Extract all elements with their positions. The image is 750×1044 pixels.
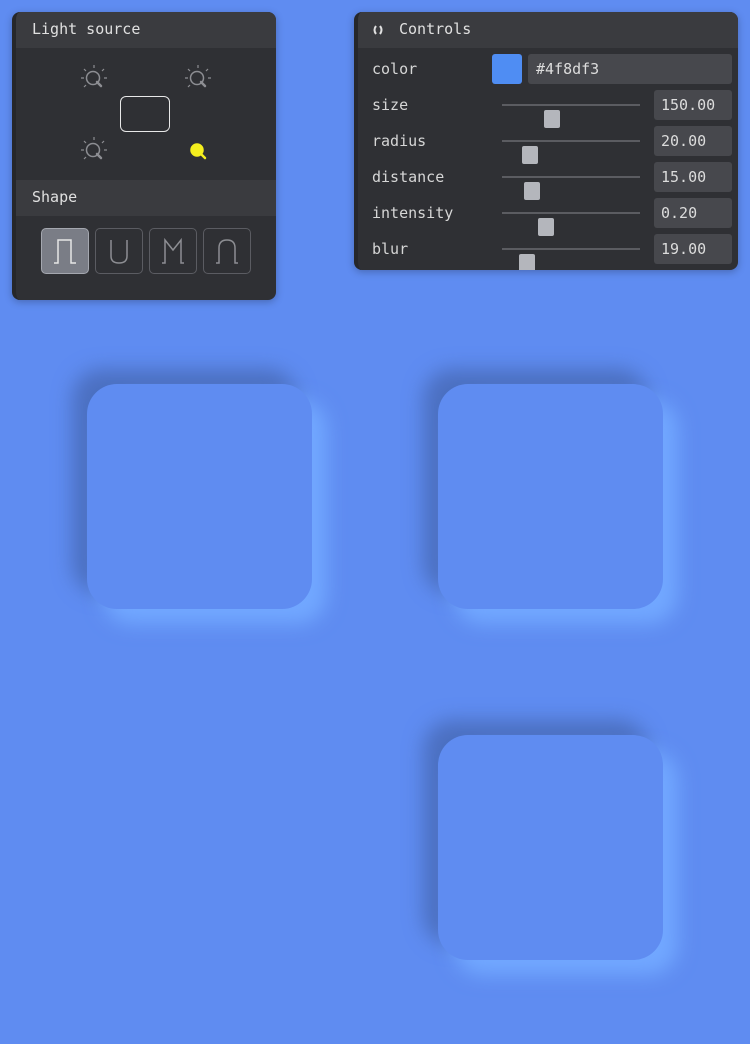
- distance-row: distance 15.00: [372, 162, 732, 200]
- light-top-left-bulb-icon[interactable]: [80, 64, 108, 92]
- radius-label: radius: [372, 132, 427, 150]
- blur-slider-track[interactable]: [502, 248, 640, 270]
- intensity-slider-track[interactable]: [502, 212, 640, 236]
- flat-shape-button[interactable]: [41, 228, 89, 274]
- shape-title: Shape: [16, 180, 276, 216]
- distance-slider-track[interactable]: [502, 176, 640, 200]
- size-value-input[interactable]: 150.00: [654, 90, 732, 120]
- bulb-icon: [81, 137, 107, 160]
- color-hex-input[interactable]: #4f8df3: [528, 54, 732, 84]
- radius-value-input[interactable]: 20.00: [654, 126, 732, 156]
- size-slider-track[interactable]: [502, 104, 640, 128]
- light-source-picker: [16, 48, 276, 180]
- size-label: size: [372, 96, 409, 114]
- light-preview-box: [120, 96, 170, 132]
- intensity-row: intensity 0.20: [372, 198, 732, 236]
- shape-selector: [41, 228, 251, 274]
- controls-panel: Controls color #4f8df3 size 150.00 radiu…: [354, 12, 738, 270]
- concave-shape-icon: [110, 240, 128, 264]
- light-source-title: Light source: [16, 12, 276, 48]
- convex-shape-icon: [162, 237, 184, 264]
- light-bottom-right-bulb-icon[interactable]: [184, 136, 212, 164]
- light-top-right-bulb-icon[interactable]: [184, 64, 212, 92]
- flat-shape-icon: [54, 239, 76, 264]
- controls-title: Controls: [399, 20, 472, 38]
- bulb-icon: [185, 65, 211, 88]
- pressed-shape-button[interactable]: [203, 228, 251, 274]
- radius-row: radius 20.00: [372, 126, 732, 164]
- neumorphic-preview-shape: [438, 735, 663, 960]
- light-bottom-left-bulb-icon[interactable]: [80, 136, 108, 164]
- blur-slider-thumb[interactable]: [518, 254, 535, 270]
- distance-label: distance: [372, 168, 445, 186]
- convex-shape-button[interactable]: [149, 228, 197, 274]
- distance-value-input[interactable]: 15.00: [654, 162, 732, 192]
- concave-shape-button[interactable]: [95, 228, 143, 274]
- color-row: color #4f8df3: [372, 54, 732, 84]
- intensity-label: intensity: [372, 204, 454, 222]
- intensity-value-input[interactable]: 0.20: [654, 198, 732, 228]
- size-row: size 150.00: [372, 90, 732, 128]
- blur-label: blur: [372, 240, 409, 258]
- blur-row: blur 19.00: [372, 234, 732, 270]
- controls-header[interactable]: Controls: [358, 12, 738, 48]
- collapse-icon[interactable]: [372, 24, 384, 36]
- blur-value-input[interactable]: 19.00: [654, 234, 732, 264]
- color-swatch[interactable]: [492, 54, 522, 84]
- neumorphic-preview-shape: [438, 384, 663, 609]
- bulb-icon: [190, 143, 207, 160]
- neumorphic-preview-shape: [87, 384, 312, 609]
- bulb-icon: [81, 65, 107, 88]
- radius-slider-track[interactable]: [502, 140, 640, 164]
- pressed-shape-icon: [216, 239, 238, 264]
- color-label: color: [372, 60, 418, 78]
